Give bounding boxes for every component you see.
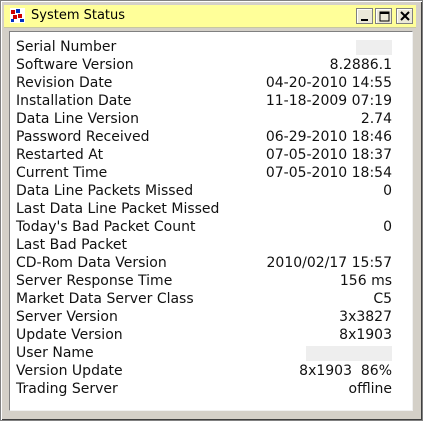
row-value: 8x1903 86% <box>299 363 392 379</box>
row-value: 2010/02/17 15:57 <box>266 255 393 271</box>
close-icon <box>400 11 410 21</box>
maximize-icon <box>379 11 390 22</box>
row-label: Trading Server <box>16 381 118 397</box>
row-label: Last Data Line Packet Missed <box>16 201 220 217</box>
row-label: Last Bad Packet <box>16 237 127 253</box>
status-row-installation-date: Installation Date 11-18-2009 07:19 <box>16 92 392 110</box>
row-label: CD-Rom Data Version <box>16 255 167 271</box>
row-value: 07-05-2010 18:37 <box>265 147 392 163</box>
row-label: Data Line Packets Missed <box>16 183 194 199</box>
window-title: System Status <box>31 8 126 23</box>
row-value: 04-20-2010 14:55 <box>265 75 392 91</box>
row-label: Server Response Time <box>16 273 173 289</box>
app-logo-icon <box>10 8 25 23</box>
row-value: 2.74 <box>360 111 392 127</box>
status-row-update-version: Update Version 8x1903 <box>16 326 392 344</box>
row-label: Restarted At <box>16 147 104 163</box>
row-label: User Name <box>16 345 94 361</box>
status-row-revision-date: Revision Date 04-20-2010 14:55 <box>16 74 392 92</box>
status-row-user-name: User Name <box>16 344 392 362</box>
row-value: 8.2886.1 <box>329 57 392 73</box>
row-value: 0 <box>383 183 392 199</box>
status-row-packets-missed: Data Line Packets Missed 0 <box>16 182 392 200</box>
redacted-value <box>356 40 392 55</box>
status-row-last-bad-packet: Last Bad Packet <box>16 236 392 254</box>
status-row-restarted-at: Restarted At 07-05-2010 18:37 <box>16 146 392 164</box>
maximize-button[interactable] <box>375 8 392 24</box>
status-row-software-version: Software Version 8.2886.1 <box>16 56 392 74</box>
row-label: Password Received <box>16 129 150 145</box>
row-value: 06-29-2010 18:46 <box>265 129 392 145</box>
row-label: Installation Date <box>16 93 132 109</box>
row-value: 0 <box>383 219 392 235</box>
row-value: 07-05-2010 18:54 <box>265 165 392 181</box>
status-row-market-data-server-class: Market Data Server Class C5 <box>16 290 392 308</box>
status-row-server-response-time: Server Response Time 156 ms <box>16 272 392 290</box>
row-value: 156 ms <box>339 273 392 289</box>
redacted-value <box>306 346 392 361</box>
row-label: Current Time <box>16 165 108 181</box>
status-row-serial-number: Serial Number <box>16 38 392 56</box>
row-label: Software Version <box>16 57 134 73</box>
status-row-version-update: Version Update 8x1903 86% <box>16 362 392 380</box>
row-label: Market Data Server Class <box>16 291 194 307</box>
title-bar[interactable]: System Status <box>4 5 416 28</box>
row-label: Update Version <box>16 327 123 343</box>
status-row-last-packet-missed: Last Data Line Packet Missed <box>16 200 392 218</box>
row-value: 11-18-2009 07:19 <box>265 93 392 109</box>
row-label: Today's Bad Packet Count <box>16 219 196 235</box>
row-value: 3x3827 <box>339 309 392 325</box>
status-row-server-version: Server Version 3x3827 <box>16 308 392 326</box>
row-value: C5 <box>373 291 392 307</box>
status-row-current-time: Current Time 07-05-2010 18:54 <box>16 164 392 182</box>
system-status-window: System Status Serial Number Software Ver… <box>0 0 423 421</box>
minimize-icon <box>361 19 368 21</box>
row-label: Version Update <box>16 363 123 379</box>
row-label: Data Line Version <box>16 111 139 127</box>
row-label: Revision Date <box>16 75 113 91</box>
status-row-password-received: Password Received 06-29-2010 18:46 <box>16 128 392 146</box>
row-value: offline <box>348 381 392 397</box>
status-list: Serial Number Software Version 8.2886.1 … <box>16 38 392 398</box>
row-label: Server Version <box>16 309 118 325</box>
row-label: Serial Number <box>16 39 117 55</box>
status-row-cdrom-data-version: CD-Rom Data Version 2010/02/17 15:57 <box>16 254 392 272</box>
row-value: 8x1903 <box>339 327 392 343</box>
close-button[interactable] <box>396 8 413 24</box>
status-row-bad-packet-count: Today's Bad Packet Count 0 <box>16 218 392 236</box>
status-row-trading-server: Trading Server offline <box>16 380 392 398</box>
minimize-button[interactable] <box>356 8 373 24</box>
status-row-data-line-version: Data Line Version 2.74 <box>16 110 392 128</box>
status-panel: Serial Number Software Version 8.2886.1 … <box>9 31 413 411</box>
